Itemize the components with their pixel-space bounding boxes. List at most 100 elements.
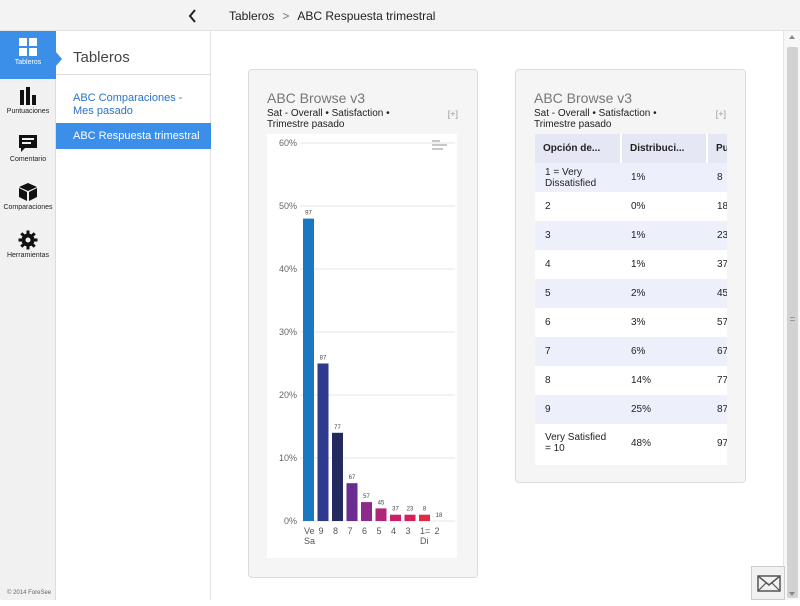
table-cell: 7 <box>535 337 621 366</box>
page-scrollbar[interactable] <box>783 31 800 600</box>
bar-value-label: 57 <box>363 494 370 500</box>
table-cell: 57 <box>717 317 727 328</box>
table-cell: 67 <box>707 337 727 366</box>
active-pointer <box>56 52 62 66</box>
y-tick-label: 60% <box>279 138 297 148</box>
nav-herramientas[interactable]: Herramientas <box>0 224 56 272</box>
table-cell: 1 = Very Dissatisfied <box>535 163 621 192</box>
nav-puntuaciones[interactable]: Puntuaciones <box>0 80 56 128</box>
y-tick-label: 20% <box>279 390 297 400</box>
column-header-opcion[interactable]: Opción de... <box>535 134 622 163</box>
bar-chart-icon <box>20 87 36 105</box>
nav-comparaciones-label: Comparaciones <box>3 204 53 211</box>
chart-area: 0% 10% 20% 30% 40% 50% 60% 97 Ve Sa 87 9 77 8 67 7 57 6 45… <box>267 134 457 558</box>
bar[interactable] <box>404 514 416 521</box>
x-tick-label: 4 <box>391 526 396 536</box>
bar-value-label: 23 <box>407 507 414 513</box>
bar[interactable] <box>390 514 401 521</box>
table-cell: 48% <box>631 437 652 449</box>
y-tick-label: 0% <box>284 516 297 526</box>
bar-value-label: 77 <box>334 425 341 431</box>
table-cell: 37 <box>717 259 727 270</box>
table-cell: 6 <box>545 317 551 328</box>
table-widget: ABC Browse v3 Sat - Overall • Satisfacti… <box>515 69 746 483</box>
expand-widget-button[interactable]: [+] <box>448 109 458 119</box>
bar-value-label: 8 <box>423 507 427 513</box>
table-cell: 6% <box>621 337 707 366</box>
comment-icon <box>19 135 37 152</box>
table-row: 4 1% 37 <box>535 250 727 279</box>
table-row: 5 2% 45 <box>535 279 727 308</box>
bar[interactable] <box>361 502 372 521</box>
feedback-button[interactable] <box>751 566 785 600</box>
table-header-row: Opción de... Distribuci... Pu <box>535 134 727 163</box>
bar[interactable] <box>303 218 314 521</box>
table-cell: 8 <box>545 375 551 386</box>
bar-chart: 0% 10% 20% 30% 40% 50% 60% 97 VeSa 87 9 77 8 67 7 57 6 45… <box>279 138 455 546</box>
collapse-sidebar-button[interactable] <box>184 7 202 25</box>
table-cell: 2% <box>621 279 707 308</box>
x-tick-label: 2 <box>435 526 440 536</box>
bar[interactable] <box>346 483 358 521</box>
table-row: 3 1% 23 <box>535 221 727 250</box>
table-cell: 77 <box>717 375 727 386</box>
table-cell: 2 <box>545 201 551 212</box>
table-cell: 25% <box>621 395 707 424</box>
dashboard-icon <box>19 38 37 56</box>
widget-title: ABC Browse v3 <box>267 90 366 106</box>
table-cell: 87 <box>707 395 727 424</box>
table-cell: 0% <box>631 201 646 212</box>
x-tick-label: Sa <box>304 536 315 546</box>
breadcrumb-root[interactable]: Tableros <box>229 9 274 23</box>
bar[interactable] <box>317 363 329 522</box>
table-row: 9 25% 87 <box>535 395 727 424</box>
nav-comentario-label: Comentario <box>9 156 47 163</box>
nav-tableros[interactable]: Tableros <box>0 31 56 79</box>
scroll-down-arrow-icon[interactable] <box>789 592 795 596</box>
bar-value-label: 37 <box>392 507 399 513</box>
x-tick-label: 9 <box>319 526 324 536</box>
bar-value-label: 97 <box>305 211 312 217</box>
table-cell: Very Satisfied = 10 <box>545 432 607 454</box>
x-tick-label: 3 <box>406 526 411 536</box>
bar[interactable] <box>332 432 343 521</box>
column-header-distribucion[interactable]: Distribuci... <box>621 134 708 163</box>
envelope-icon <box>757 575 781 592</box>
table-row: 6 3% 57 <box>535 308 727 337</box>
response-table: Opción de... Distribuci... Pu 1 = Very D… <box>535 134 727 462</box>
table-viewport: Opción de... Distribuci... Pu 1 = Very D… <box>535 134 727 465</box>
table-row: 2 0% 18 <box>535 192 727 221</box>
chevron-left-icon <box>188 9 196 23</box>
x-tick-label: 1= <box>420 526 430 536</box>
scroll-up-arrow-icon[interactable] <box>789 35 795 39</box>
widget-subtitle: Sat - Overall • Satisfaction • Trimestre… <box>267 108 390 130</box>
x-tick-label: 6 <box>362 526 367 536</box>
x-tick-label: Di <box>420 536 429 546</box>
main-content: ABC Browse v3 Sat - Overall • Satisfacti… <box>211 31 783 600</box>
y-tick-label: 40% <box>279 264 297 274</box>
x-tick-label: 5 <box>377 526 382 536</box>
bar-value-label: 18 <box>436 513 443 519</box>
dashboard-link-comparaciones[interactable]: ABC Comparaciones - Mes pasado <box>56 92 211 118</box>
table-cell: 1% <box>621 163 707 192</box>
bar[interactable] <box>375 508 387 521</box>
chart-menu-icon[interactable] <box>432 140 447 150</box>
bar[interactable] <box>419 514 430 521</box>
table-row: 7 6% 67 <box>535 337 727 366</box>
y-tick-label: 50% <box>279 201 297 211</box>
table-cell: 97 <box>717 437 727 449</box>
column-header-puntuacion[interactable]: Pu <box>707 134 727 163</box>
dashboard-link-respuesta-trimestral[interactable]: ABC Respuesta trimestral <box>56 123 211 149</box>
scroll-thumb[interactable] <box>787 47 798 598</box>
table-row: 1 = Very Dissatisfied 1% 8 <box>535 163 727 192</box>
breadcrumb: Tableros > ABC Respuesta trimestral <box>229 9 435 23</box>
x-tick-label: 7 <box>348 526 353 536</box>
divider <box>56 74 211 75</box>
bar-value-label: 67 <box>349 475 356 481</box>
copyright: © 2014 ForeSee <box>7 590 52 596</box>
nav-comparaciones[interactable]: Comparaciones <box>0 176 56 224</box>
expand-widget-button[interactable]: [+] <box>716 109 726 119</box>
nav-comentario[interactable]: Comentario <box>0 128 56 176</box>
table-cell: 23 <box>707 221 727 250</box>
x-tick-label: 8 <box>333 526 338 536</box>
